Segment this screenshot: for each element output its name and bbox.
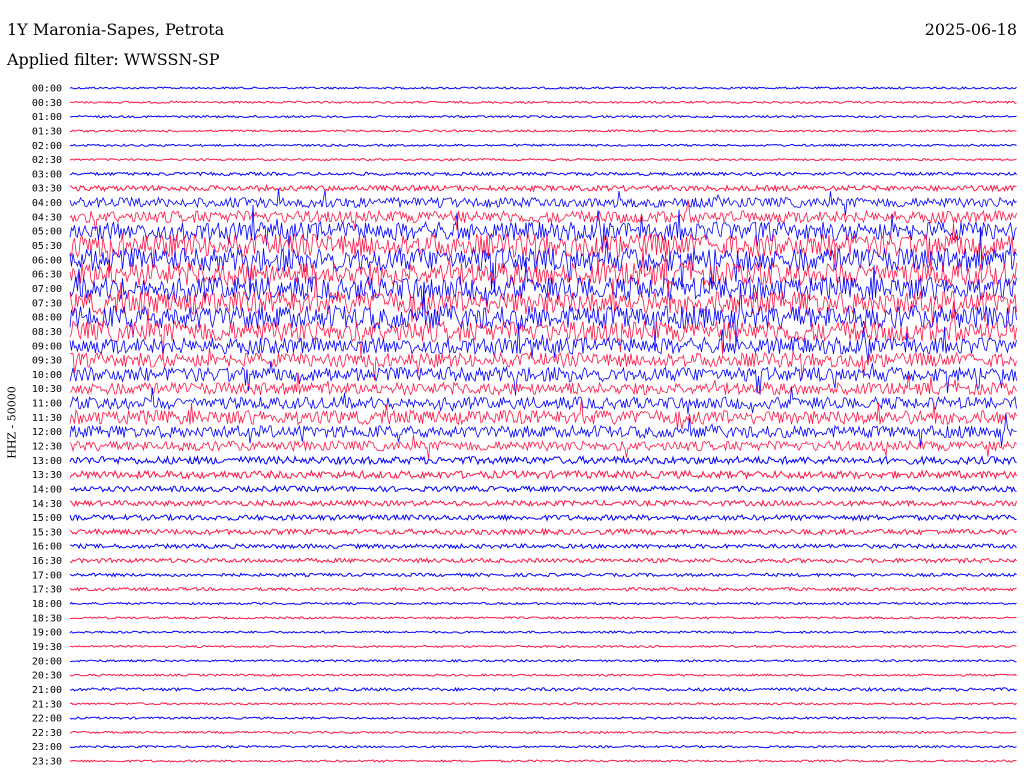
time-tick-label: 05:30 <box>32 241 62 252</box>
trace-line <box>69 730 1017 735</box>
time-tick-label: 22:30 <box>32 728 62 739</box>
time-tick-label: 15:00 <box>32 513 62 524</box>
trace-line <box>69 673 1017 677</box>
time-tick-label: 02:30 <box>32 155 62 166</box>
time-tick-label: 11:00 <box>32 399 62 410</box>
trace-line <box>69 188 1017 216</box>
trace-line <box>69 204 1017 251</box>
trace-line <box>69 759 1017 763</box>
trace-line <box>69 413 1017 448</box>
time-tick-label: 17:00 <box>32 570 62 581</box>
time-tick-label: 21:00 <box>32 685 62 696</box>
time-tick-label: 03:00 <box>32 169 62 180</box>
time-tick-label: 23:00 <box>32 742 62 753</box>
time-tick-label: 06:00 <box>32 255 62 266</box>
time-tick-label: 23:30 <box>32 757 62 768</box>
trace-line <box>69 616 1017 620</box>
time-tick-label: 16:00 <box>32 542 62 553</box>
time-tick-label: 03:30 <box>32 184 62 195</box>
trace-line <box>69 100 1017 105</box>
trace-line <box>69 114 1017 119</box>
trace-group <box>69 86 1017 763</box>
time-tick-label: 20:30 <box>32 671 62 682</box>
time-tick-label: 11:30 <box>32 413 62 424</box>
time-tick-label: 04:30 <box>32 212 62 223</box>
trace-line <box>69 586 1017 592</box>
time-tick-label: 00:00 <box>32 84 62 95</box>
time-tick-label: 09:00 <box>32 341 62 352</box>
time-tick-label: 08:00 <box>32 313 62 324</box>
time-tick-label: 16:30 <box>32 556 62 567</box>
time-tick-label: 12:00 <box>32 427 62 438</box>
trace-line <box>69 701 1017 706</box>
trace-line <box>69 716 1017 720</box>
trace-line <box>69 468 1017 481</box>
time-tick-label: 05:00 <box>32 227 62 238</box>
time-tick-label: 15:30 <box>32 527 62 538</box>
time-tick-label: 19:00 <box>32 628 62 639</box>
trace-line <box>69 572 1017 578</box>
time-tick-label: 14:30 <box>32 499 62 510</box>
time-tick-label: 20:00 <box>32 656 62 667</box>
trace-line <box>69 86 1017 90</box>
trace-line <box>69 542 1017 550</box>
trace-line <box>69 644 1017 649</box>
trace-line <box>69 659 1017 663</box>
time-tick-label: 10:00 <box>32 370 62 381</box>
time-tick-label: 19:30 <box>32 642 62 653</box>
trace-line <box>70 686 1017 693</box>
time-tick-label: 01:30 <box>32 126 62 137</box>
time-tick-label: 01:00 <box>32 112 62 123</box>
time-tick-label: 21:30 <box>32 699 62 710</box>
trace-line <box>69 129 1017 133</box>
helicorder-plot: 00:00 00:30 01:00 01:30 02:00 02:30 03:00 03:30… <box>32 84 1017 768</box>
trace-line <box>69 454 1017 466</box>
time-tick-label: 13:00 <box>32 456 62 467</box>
time-tick-label: 02:00 <box>32 141 62 152</box>
trace-line <box>69 630 1017 634</box>
time-tick-label: 08:30 <box>32 327 62 338</box>
trace-line <box>69 301 1017 359</box>
time-tick-label: 12:30 <box>32 442 62 453</box>
time-tick-label: 13:30 <box>32 470 62 481</box>
time-tick-label: 00:30 <box>32 98 62 109</box>
trace-line <box>69 601 1017 606</box>
time-tick-label: 09:30 <box>32 356 62 367</box>
trace-line <box>69 513 1017 522</box>
trace-line <box>69 484 1017 494</box>
trace-line <box>69 257 1017 310</box>
trace-line <box>69 143 1017 148</box>
time-tick-label: 18:30 <box>32 613 62 624</box>
tick-label-group: 00:00 00:30 01:00 01:30 02:00 02:30 03:00 03:30… <box>32 84 62 768</box>
trace-line <box>69 744 1017 749</box>
trace-line <box>69 387 1017 415</box>
trace-line <box>69 527 1017 537</box>
trace-line <box>69 434 1017 459</box>
time-tick-label: 14:00 <box>32 484 62 495</box>
time-tick-label: 04:00 <box>32 198 62 209</box>
time-tick-label: 07:30 <box>32 298 62 309</box>
trace-line <box>69 183 1017 193</box>
trace-line <box>69 157 1017 162</box>
time-tick-label: 10:30 <box>32 384 62 395</box>
time-tick-label: 06:30 <box>32 270 62 281</box>
time-tick-label: 07:00 <box>32 284 62 295</box>
time-tick-label: 22:00 <box>32 714 62 725</box>
time-tick-label: 17:30 <box>32 585 62 596</box>
trace-line <box>69 171 1017 177</box>
trace-line <box>69 557 1017 564</box>
time-tick-label: 18:00 <box>32 599 62 610</box>
trace-line <box>69 499 1017 508</box>
